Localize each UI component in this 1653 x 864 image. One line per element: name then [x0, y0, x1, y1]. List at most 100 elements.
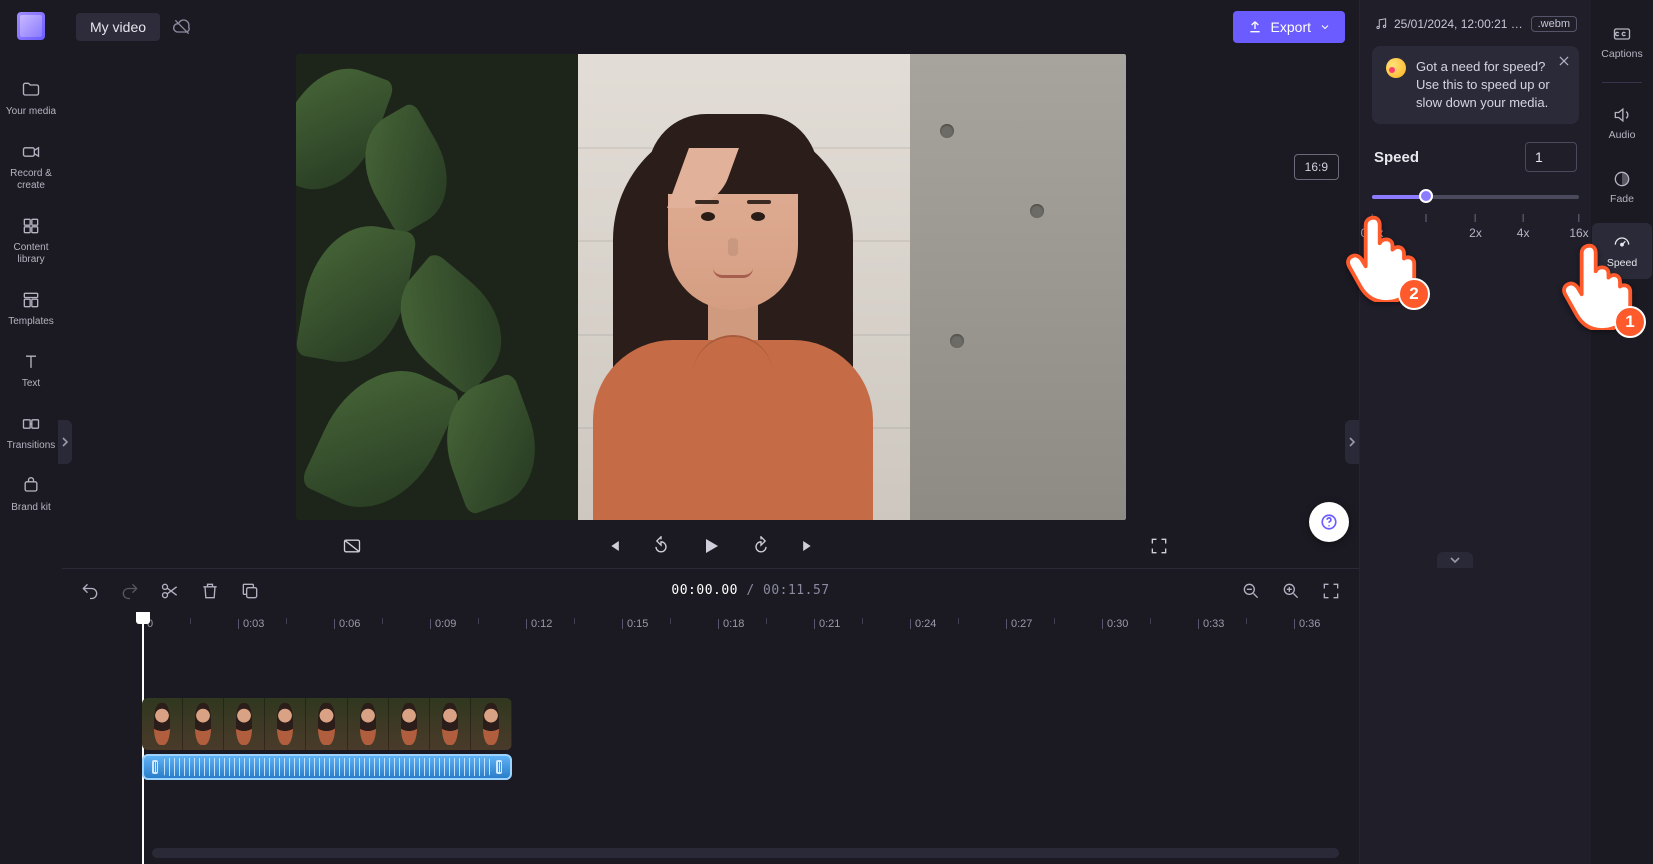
- cloud-sync-off-icon[interactable]: [172, 17, 192, 37]
- slider-ticks: 0.1x2x4x16x: [1372, 214, 1579, 246]
- timeline-ruler[interactable]: 00:030:060:090:120:150:180:210:240:270:3…: [142, 612, 1359, 640]
- clip-handle-right[interactable]: [496, 760, 502, 774]
- speed-tip: Got a need for speed? Use this to speed …: [1372, 46, 1579, 124]
- ruler-tick: 0:24: [910, 618, 936, 630]
- file-name: 25/01/2024, 12:00:21 - Au…: [1394, 17, 1525, 31]
- captions-icon: [1612, 24, 1632, 44]
- forward-button[interactable]: [751, 536, 771, 556]
- sidebar-item-text[interactable]: Text: [1, 342, 61, 394]
- templates-icon: [19, 288, 43, 312]
- hide-preview-icon[interactable]: [342, 536, 362, 556]
- rail-item-audio[interactable]: Audio: [1592, 95, 1652, 151]
- library-icon: [19, 214, 43, 238]
- ruler-tick: 0:30: [1102, 618, 1128, 630]
- ruler-tick: 0:15: [622, 618, 648, 630]
- folder-icon: [19, 78, 43, 102]
- tracks: [142, 698, 1359, 780]
- ruler-tick: 0:12: [526, 618, 552, 630]
- fade-icon: [1612, 169, 1632, 189]
- tip-text: Got a need for speed? Use this to speed …: [1416, 58, 1565, 112]
- sidebar-item-record-create[interactable]: Record & create: [1, 132, 61, 196]
- redo-button[interactable]: [120, 581, 140, 601]
- slider-tick: 0.1x: [1361, 214, 1384, 240]
- time-display: 00:00.00 / 00:11.57: [671, 583, 829, 598]
- sidebar-item-transitions[interactable]: Transitions: [1, 404, 61, 456]
- play-button[interactable]: [699, 534, 723, 558]
- ruler-tick: 0:27: [1006, 618, 1032, 630]
- chevron-down-icon: [1319, 21, 1331, 33]
- sidebar-label: Text: [22, 378, 40, 390]
- slider-tick: 4x: [1517, 214, 1530, 240]
- slider-tick: [1425, 214, 1426, 226]
- rail-item-captions[interactable]: Captions: [1592, 14, 1652, 70]
- skip-back-button[interactable]: [603, 536, 623, 556]
- export-label: Export: [1271, 19, 1311, 35]
- delete-button[interactable]: [200, 581, 220, 601]
- fullscreen-button[interactable]: [1149, 536, 1169, 556]
- timeline-toolbar: 00:00.00 / 00:11.57: [62, 568, 1359, 612]
- clip-handle-left[interactable]: [152, 760, 158, 774]
- transitions-icon: [19, 412, 43, 436]
- current-time: 00:00.00: [671, 583, 738, 598]
- ruler-tick: 0:21: [814, 618, 840, 630]
- speed-input[interactable]: [1525, 142, 1577, 172]
- music-note-icon: [1374, 17, 1388, 31]
- project-title[interactable]: My video: [76, 13, 160, 41]
- sidebar-label: Transitions: [7, 440, 56, 452]
- file-extension: .webm: [1531, 16, 1577, 32]
- topbar: My video Export: [62, 0, 1359, 54]
- player-controls: [62, 524, 1359, 568]
- export-button[interactable]: Export: [1233, 11, 1345, 43]
- video-clip[interactable]: [142, 698, 512, 750]
- waveform: [164, 758, 490, 776]
- preview-container: 16:9: [62, 54, 1359, 520]
- brand-kit-icon: [19, 474, 43, 498]
- sidebar-label: Record & create: [1, 168, 61, 192]
- undo-button[interactable]: [80, 581, 100, 601]
- timeline[interactable]: 00:030:060:090:120:150:180:210:240:270:3…: [62, 612, 1359, 864]
- sidebar-label: Content library: [1, 242, 61, 266]
- sidebar-item-brand-kit[interactable]: Brand kit: [1, 466, 61, 518]
- close-tip-button[interactable]: [1557, 54, 1571, 68]
- right-collapse-handle[interactable]: [1345, 420, 1359, 464]
- rail-item-fade[interactable]: Fade: [1592, 159, 1652, 215]
- audio-icon: [1612, 105, 1632, 125]
- zoom-out-button[interactable]: [1241, 581, 1261, 601]
- rewind-button[interactable]: [651, 536, 671, 556]
- speed-panel: 25/01/2024, 12:00:21 - Au… .webm Got a n…: [1359, 0, 1591, 864]
- sidebar-label: Your media: [6, 106, 56, 118]
- sidebar-item-your-media[interactable]: Your media: [1, 70, 61, 122]
- video-frame: [296, 54, 1126, 520]
- ruler-tick: 0:09: [430, 618, 456, 630]
- sidebar-item-templates[interactable]: Templates: [1, 280, 61, 332]
- split-button[interactable]: [160, 581, 180, 601]
- aspect-ratio-selector[interactable]: 16:9: [1294, 154, 1339, 180]
- upload-icon: [1247, 19, 1263, 35]
- speedometer-icon: [1612, 233, 1632, 253]
- text-icon: [19, 350, 43, 374]
- ruler-tick: 0:18: [718, 618, 744, 630]
- left-sidebar: Your media Record & create Content libra…: [0, 0, 62, 864]
- duration: 00:11.57: [763, 583, 830, 598]
- selected-file-row: 25/01/2024, 12:00:21 - Au… .webm: [1374, 16, 1577, 32]
- speed-slider[interactable]: [1372, 186, 1579, 206]
- app-logo[interactable]: [17, 12, 45, 40]
- slider-tick: 2x: [1469, 214, 1482, 240]
- skip-forward-button[interactable]: [799, 536, 819, 556]
- zoom-in-button[interactable]: [1281, 581, 1301, 601]
- ruler-tick: 0:06: [334, 618, 360, 630]
- right-rail: Captions Audio Fade Speed: [1591, 0, 1653, 864]
- timeline-collapse-handle[interactable]: [1437, 552, 1473, 568]
- main-area: My video Export: [62, 0, 1359, 864]
- duplicate-button[interactable]: [240, 581, 260, 601]
- sidebar-item-content-library[interactable]: Content library: [1, 206, 61, 270]
- video-preview[interactable]: [296, 54, 1126, 520]
- slider-thumb[interactable]: [1419, 189, 1433, 203]
- zoom-fit-button[interactable]: [1321, 581, 1341, 601]
- timeline-scrollbar[interactable]: [152, 848, 1339, 858]
- sidebar-label: Templates: [8, 316, 54, 328]
- audio-clip[interactable]: [142, 754, 512, 780]
- tip-emoji-icon: [1386, 58, 1406, 78]
- rail-item-speed[interactable]: Speed: [1592, 223, 1652, 279]
- ruler-tick: 0:36: [1294, 618, 1320, 630]
